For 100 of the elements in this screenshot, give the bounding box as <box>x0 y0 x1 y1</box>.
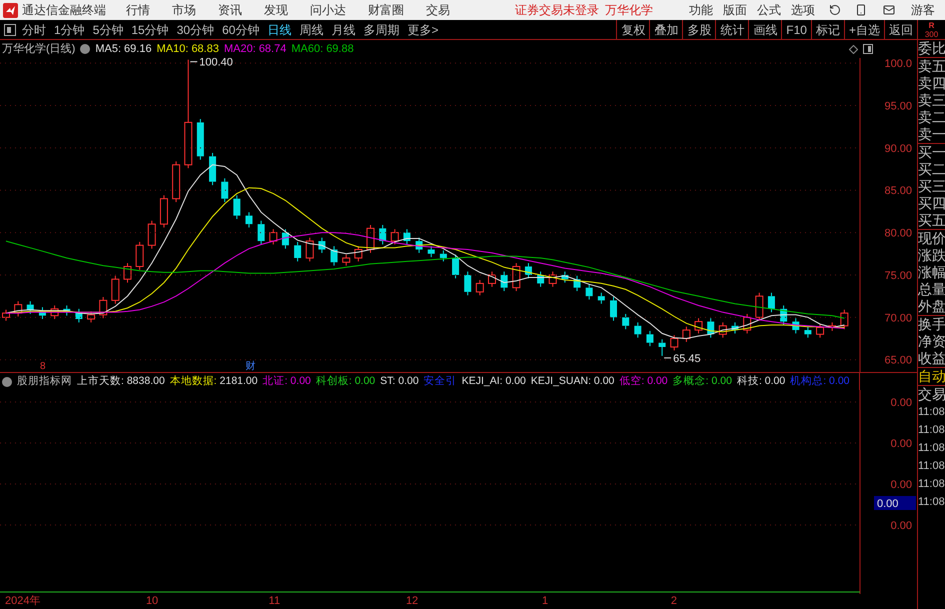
date-label: 2 <box>670 594 677 608</box>
axis-label: 90.00 <box>884 142 912 155</box>
trade-time: 11:08 <box>918 495 945 510</box>
period-tab[interactable]: 5分钟 <box>92 20 124 38</box>
chart-title: 万华化学(日线) <box>2 42 76 57</box>
menu-item[interactable]: 财富圈 <box>368 1 404 19</box>
quote-label: 卖三 <box>918 92 945 109</box>
axis-label: 100.0 <box>884 58 912 70</box>
period-tab[interactable]: 分时 <box>22 20 46 38</box>
menu-item[interactable]: 发现 <box>264 1 288 19</box>
indicator-value: 多概念: 0.00 <box>672 374 732 389</box>
quote-label: 净资 <box>918 333 945 350</box>
date-label: 2024年 <box>4 594 40 608</box>
quote-label: 买二 <box>918 161 945 178</box>
period-tab[interactable]: 更多> <box>407 20 438 38</box>
toolbar-button[interactable]: 叠加 <box>649 20 682 39</box>
axis-label: 95.00 <box>884 100 912 112</box>
period-tab[interactable]: 15分钟 <box>131 20 169 38</box>
phone-icon[interactable] <box>855 4 867 16</box>
corner-badge: R 300 <box>917 20 945 39</box>
date-label: 12 <box>404 594 418 608</box>
dropdown-icon[interactable] <box>2 376 12 386</box>
current-value-tag: 0.00 <box>874 496 916 510</box>
quote-label: 卖四 <box>918 75 945 92</box>
indicator-value: 科创板: 0.00 <box>316 374 376 389</box>
quote-label: 买一 <box>918 144 945 161</box>
menu-item[interactable]: 问小达 <box>310 1 346 19</box>
quote-label: 买四 <box>918 195 945 212</box>
indicator-value: 科技: 0.00 <box>736 374 786 389</box>
refresh-icon[interactable] <box>829 4 841 16</box>
indicator-value: 上市天数: 8838.00 <box>77 374 165 389</box>
indicator-value: 本地数据: 2181.00 <box>170 374 258 389</box>
indicator-value: ST: 0.00 <box>380 374 419 389</box>
toolbar-button[interactable]: 复权 <box>616 20 650 39</box>
price-label: 100.40 <box>199 58 233 69</box>
quote-label: 买三 <box>918 178 945 195</box>
trade-time: 11:08 <box>918 423 945 438</box>
menu-item[interactable]: 公式 <box>757 1 781 19</box>
legend-item: MA10: 68.83 <box>156 42 219 57</box>
indicator-value: 北证: 0.00 <box>262 374 311 389</box>
toolbar-button[interactable]: 统计 <box>715 20 748 39</box>
menu-item[interactable]: 资讯 <box>218 1 242 19</box>
period-tab[interactable]: 30分钟 <box>176 20 214 38</box>
period-tab[interactable]: 月线 <box>331 20 356 38</box>
panel-toggle-icon[interactable] <box>4 24 16 36</box>
toolbar-button[interactable]: 返回 <box>884 20 917 39</box>
period-tab[interactable]: 1分钟 <box>54 20 85 38</box>
mail-icon[interactable] <box>883 4 895 16</box>
period-tab[interactable]: 周线 <box>299 20 324 38</box>
trade-label[interactable]: 自动 <box>918 368 945 386</box>
stock-name: 万华化学 <box>605 2 653 19</box>
axis-label: 75.00 <box>884 270 912 282</box>
axis-label: 80.00 <box>884 228 912 240</box>
leader-line <box>190 61 198 62</box>
axis-label: 70.00 <box>884 312 912 324</box>
price-label: 65.45 <box>673 352 701 365</box>
menu-item[interactable]: 版面 <box>723 1 747 19</box>
menu-item[interactable]: 行情 <box>126 1 150 19</box>
indicator-value: 安全引 <box>424 374 457 389</box>
diamond-icon[interactable] <box>849 44 858 54</box>
legend-item: MA5: 69.16 <box>95 42 152 57</box>
date-label: 10 <box>144 594 158 608</box>
axis-label: 0.00 <box>890 520 912 532</box>
toolbar-button[interactable]: F10 <box>781 20 811 39</box>
trade-label[interactable]: 交易 <box>918 386 945 403</box>
axis-label: 0.00 <box>890 438 912 450</box>
dropdown-icon[interactable] <box>80 44 90 54</box>
user-label[interactable]: 游客 <box>911 1 935 19</box>
axis-label: 0.00 <box>890 397 912 409</box>
menu-item[interactable]: 选项 <box>791 1 815 19</box>
toolbar-button[interactable]: 画线 <box>748 20 782 39</box>
quote-label: 卖一 <box>918 126 945 143</box>
period-tab[interactable]: 多周期 <box>363 20 400 38</box>
trade-time: 11:08 <box>918 441 945 456</box>
menu-item[interactable]: 功能 <box>689 1 713 19</box>
period-tab[interactable]: 60分钟 <box>222 20 260 38</box>
menu-item[interactable]: 市场 <box>172 1 196 19</box>
window-title: 通达信金融终端 <box>22 2 106 19</box>
toolbar-button[interactable]: 标记 <box>810 20 844 39</box>
indicator-value: KEJI_AI: 0.00 <box>462 374 526 389</box>
indicator-value: 机构总: 0.00 <box>790 374 850 389</box>
indicator-value: 低空: 0.00 <box>619 374 668 389</box>
legend-item: MA60: 69.88 <box>291 42 354 57</box>
panel-toggle-icon[interactable] <box>863 44 873 54</box>
axis-label: 0.00 <box>890 479 912 491</box>
indicator-name: 股朋指标网 <box>17 374 72 389</box>
trade-time: 11:08 <box>918 477 945 492</box>
login-status: 证券交易未登录 <box>515 2 599 19</box>
app-logo-icon <box>3 2 18 18</box>
event-marker: 8 <box>40 361 46 372</box>
leader-line <box>664 357 672 358</box>
trade-time: 11:08 <box>918 459 945 474</box>
event-marker: 财 <box>245 361 256 372</box>
menu-item[interactable]: 交易 <box>426 1 450 19</box>
toolbar-button[interactable]: 多股 <box>682 20 716 39</box>
indicator-value: KEJI_SUAN: 0.00 <box>530 374 614 389</box>
date-label: 1 <box>541 594 548 608</box>
quote-label: 委比 <box>918 40 945 57</box>
toolbar-button[interactable]: +自选 <box>844 20 884 39</box>
period-tab[interactable]: 日线 <box>267 20 292 38</box>
